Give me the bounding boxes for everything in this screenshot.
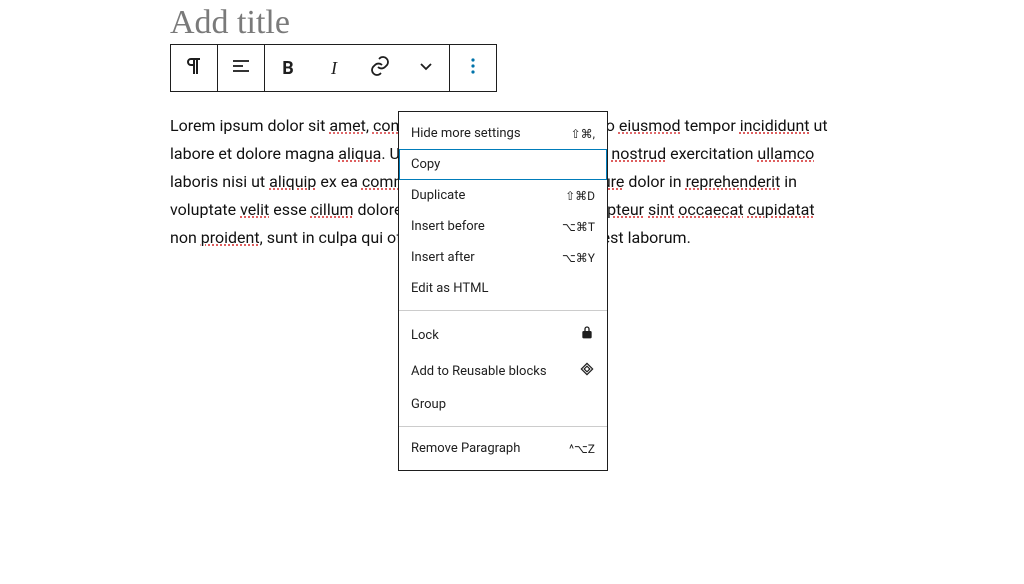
menu-item-remove-paragraph[interactable]: Remove Paragraph ^⌥Z [399,433,607,464]
menu-item-insert-after[interactable]: Insert after ⌥⌘Y [399,242,607,273]
toolbar-group-block [171,45,218,91]
post-title-input[interactable]: Add title [170,0,850,44]
menu-item-shortcut: ^⌥Z [569,442,595,456]
italic-button[interactable]: I [311,45,357,91]
spellcheck-word: nostrud [611,144,666,163]
menu-section: Remove Paragraph ^⌥Z [399,427,607,470]
menu-item-label: Edit as HTML [411,281,488,296]
menu-item-label: Insert before [411,219,485,234]
lock-icon [579,325,595,345]
spellcheck-word: ullamco [757,144,814,163]
menu-item-edit-as-html[interactable]: Edit as HTML [399,273,607,304]
spellcheck-word: amet [329,116,365,135]
spellcheck-word: incididunt [740,116,810,135]
diamond-icon [579,361,595,381]
spellcheck-word: aliquip [269,172,316,191]
menu-item-shortcut: ⌥⌘Y [562,251,595,265]
spellcheck-word: proident [201,228,260,247]
menu-item-insert-before[interactable]: Insert before ⌥⌘T [399,211,607,242]
menu-item-hide-more-settings[interactable]: Hide more settings ⇧⌘, [399,118,607,149]
toolbar-group-align [218,45,265,91]
menu-section: Hide more settings ⇧⌘, Copy Duplicate ⇧⌘D Ins… [399,112,607,311]
block-options-menu: Hide more settings ⇧⌘, Copy Duplicate ⇧⌘D Ins… [398,111,608,471]
paragraph-icon [182,54,206,82]
menu-item-shortcut: ⇧⌘D [565,189,595,203]
menu-item-copy[interactable]: Copy [399,149,607,180]
toolbar-group-more [450,45,496,91]
menu-section: Lock Add to Reusable blocks Group [399,311,607,427]
menu-item-label: Group [411,397,446,412]
menu-item-add-to-reusable-blocks[interactable]: Add to Reusable blocks [399,353,607,389]
align-left-icon [229,54,253,82]
spellcheck-word: cupidatat [748,200,815,219]
menu-item-label: Lock [411,328,439,343]
menu-item-shortcut: ⇧⌘, [571,127,595,141]
spellcheck-word: velit [240,200,269,219]
more-formatting-button[interactable] [403,45,449,91]
spellcheck-word: occaecat [678,200,743,219]
bold-button[interactable]: B [265,45,311,91]
menu-item-shortcut: ⌥⌘T [562,220,595,234]
menu-item-group[interactable]: Group [399,389,607,420]
link-button[interactable] [357,45,403,91]
menu-item-label: Add to Reusable blocks [411,364,547,379]
spellcheck-word: sint [648,200,674,219]
spellcheck-word: eiusmod [619,116,681,135]
menu-item-label: Hide more settings [411,126,521,141]
toolbar-group-formatting: B I [265,45,450,91]
spellcheck-word: reprehenderit [686,172,781,191]
more-options-button[interactable] [450,45,496,91]
menu-item-label: Remove Paragraph [411,441,520,456]
align-button[interactable] [218,45,264,91]
menu-item-label: Copy [411,157,440,172]
menu-item-label: Insert after [411,250,475,265]
link-icon [368,54,392,82]
menu-item-label: Duplicate [411,188,465,203]
spellcheck-word: cillum [311,200,354,219]
menu-item-lock[interactable]: Lock [399,317,607,353]
spellcheck-word: aliqua [338,144,381,163]
paragraph-block-button[interactable] [171,45,217,91]
more-vertical-icon [461,54,485,82]
chevron-down-icon [414,54,438,82]
block-toolbar: B I [170,44,497,92]
menu-item-duplicate[interactable]: Duplicate ⇧⌘D [399,180,607,211]
